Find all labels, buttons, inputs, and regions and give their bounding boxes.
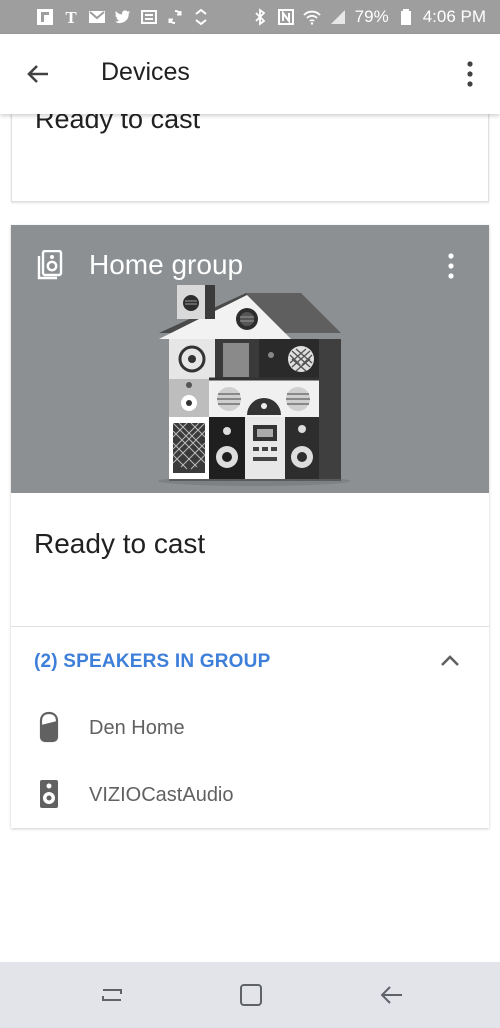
- battery-icon: [397, 8, 415, 26]
- speaker-icon: [40, 780, 58, 808]
- arrow-back-icon: [27, 65, 48, 83]
- group-name: Home group: [89, 249, 244, 280]
- svg-text:T: T: [65, 8, 77, 26]
- speaker-house-illustration: [158, 285, 350, 486]
- back-button[interactable]: [22, 58, 54, 90]
- data-saver-icon: [192, 8, 210, 26]
- chevron-up-icon: [441, 655, 459, 666]
- wifi-icon: [303, 8, 321, 26]
- bluetooth-icon: [251, 8, 269, 26]
- nytimes-icon: T: [62, 8, 80, 26]
- group-menu-button[interactable]: [439, 251, 463, 281]
- group-card: Home group Ready to cast (2) SPEAKERS IN…: [11, 225, 489, 828]
- twitter-icon: [114, 8, 132, 26]
- nfc-icon: [277, 8, 295, 26]
- back-icon: [380, 986, 402, 1004]
- status-bar: T 79% 4:06 PM: [0, 0, 500, 34]
- divider: [11, 626, 489, 627]
- collapse-button[interactable]: [439, 651, 461, 671]
- home-button[interactable]: [238, 982, 264, 1008]
- battery-percent: 79%: [354, 7, 389, 26]
- speaker-row-den-home[interactable]: Den Home: [11, 698, 489, 758]
- news-icon: [140, 8, 158, 26]
- cell-signal-icon: [329, 8, 347, 26]
- group-status: Ready to cast: [34, 528, 206, 559]
- group-card-header[interactable]: Home group: [11, 225, 489, 493]
- sync-icon: [166, 8, 184, 26]
- speaker-row-vizio[interactable]: VIZIOCastAudio: [11, 765, 489, 825]
- system-nav-bar: [0, 962, 500, 1028]
- speakers-in-group-header[interactable]: (2) SPEAKERS IN GROUP: [34, 651, 270, 673]
- home-icon: [240, 984, 262, 1006]
- overflow-menu-button[interactable]: [458, 58, 482, 90]
- system-icons: 79% 4:06 PM: [251, 7, 486, 27]
- gmail-icon: [88, 8, 106, 26]
- screen: T 79% 4:06 PM Devices Ready to cast Home…: [0, 0, 500, 1028]
- recent-apps-icon: [102, 989, 122, 1001]
- speaker-name: VIZIOCastAudio: [89, 784, 234, 806]
- more-vert-icon: [448, 253, 454, 279]
- speaker-name: Den Home: [89, 717, 185, 739]
- clock: 4:06 PM: [422, 7, 486, 26]
- app-bar: Devices: [0, 34, 500, 114]
- speaker-group-icon: [37, 250, 63, 280]
- flipboard-icon: [36, 8, 54, 26]
- google-home-icon: [39, 711, 59, 743]
- notification-icons: T: [36, 8, 210, 26]
- page-title: Devices: [101, 58, 190, 86]
- nav-back-button[interactable]: [378, 982, 404, 1008]
- more-vert-icon: [467, 61, 473, 87]
- recent-apps-button[interactable]: [99, 982, 125, 1008]
